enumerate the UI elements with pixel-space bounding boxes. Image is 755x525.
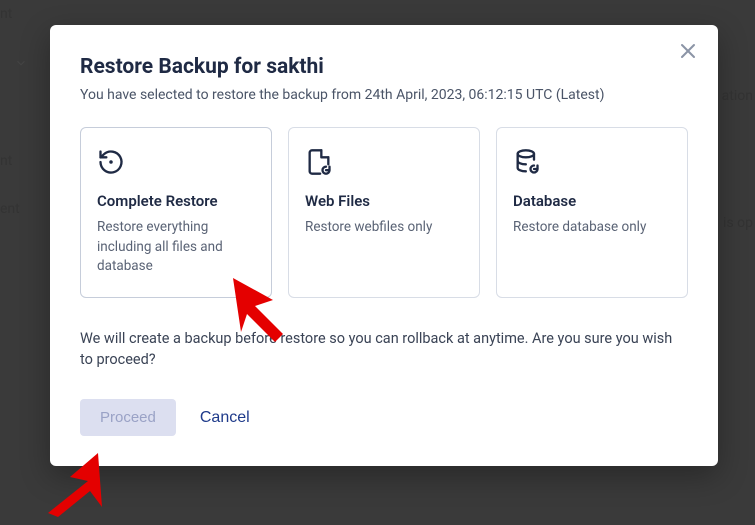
restore-backup-modal: Restore Backup for sakthi You have selec… xyxy=(50,25,718,466)
option-complete-restore[interactable]: Complete Restore Restore everything incl… xyxy=(80,127,272,298)
restore-options: Complete Restore Restore everything incl… xyxy=(80,127,688,298)
option-title: Complete Restore xyxy=(97,192,255,210)
close-button[interactable] xyxy=(676,39,700,63)
option-desc: Restore webfiles only xyxy=(305,218,463,238)
cancel-button[interactable]: Cancel xyxy=(200,409,250,427)
modal-subtitle: You have selected to restore the backup … xyxy=(80,87,688,103)
database-icon xyxy=(513,148,541,176)
option-title: Database xyxy=(513,192,671,210)
modal-title: Restore Backup for sakthi xyxy=(80,55,688,79)
option-database[interactable]: Database Restore database only xyxy=(496,127,688,298)
restore-icon xyxy=(97,148,125,176)
modal-overlay: Restore Backup for sakthi You have selec… xyxy=(0,0,755,513)
option-desc: Restore database only xyxy=(513,218,671,238)
proceed-button[interactable]: Proceed xyxy=(80,399,176,436)
file-icon xyxy=(305,148,333,176)
option-title: Web Files xyxy=(305,192,463,210)
confirm-text: We will create a backup before restore s… xyxy=(80,328,688,372)
option-desc: Restore everything including all files a… xyxy=(97,218,255,277)
option-web-files[interactable]: Web Files Restore webfiles only xyxy=(288,127,480,298)
modal-actions: Proceed Cancel xyxy=(80,399,688,436)
